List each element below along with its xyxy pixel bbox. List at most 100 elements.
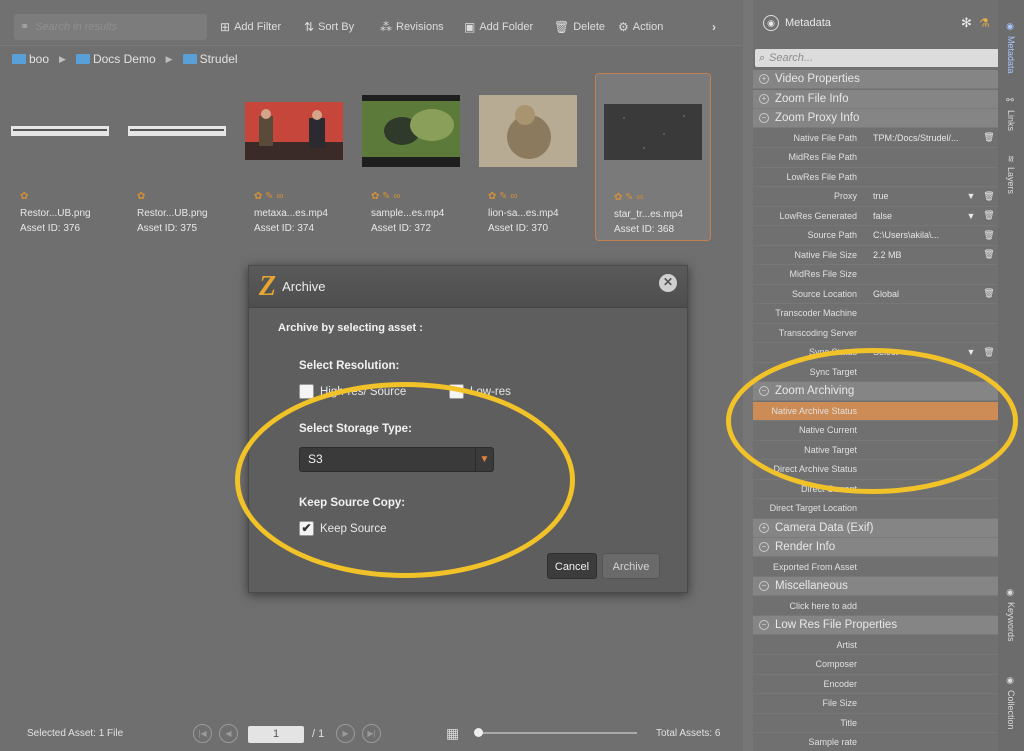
delete-button[interactable]: 🗑 Delete (554, 14, 605, 40)
asset-tile-selected[interactable]: ✿ ✎ ∞ star_tr...es.mp4 Asset ID: 368 (595, 73, 711, 241)
metadata-row[interactable]: File Size (753, 694, 998, 714)
metadata-row[interactable]: Exported From Asset (753, 558, 998, 577)
last-page-button[interactable]: ▶| (362, 724, 381, 743)
metadata-row[interactable]: Direct Archive Status (753, 460, 998, 480)
metadata-search-input[interactable]: ⌕ Search... (755, 49, 1005, 67)
close-icon[interactable]: ✕ (659, 274, 677, 292)
zoom-slider-handle[interactable] (474, 728, 483, 737)
metadata-row[interactable]: Direct Target Location (753, 499, 998, 519)
metadata-row[interactable]: Sync Status Select ▼ 🗑 (753, 343, 998, 363)
metadata-row[interactable]: MidRes File Size (753, 265, 998, 285)
low-res-checkbox[interactable] (449, 384, 464, 399)
metadata-row-value[interactable]: Select (863, 347, 962, 357)
low-res-option[interactable]: Low-res (449, 384, 511, 399)
revisions-button[interactable]: ⁂ Revisions (380, 14, 444, 40)
prev-page-button[interactable]: ◀ (219, 724, 238, 743)
asset-tile[interactable]: ✿ Restor...UB.png Asset ID: 376 (2, 73, 118, 241)
cancel-button[interactable]: Cancel (547, 553, 597, 579)
metadata-row[interactable]: MidRes File Path (753, 148, 998, 168)
metadata-row-label: Click here to add (789, 600, 857, 611)
archive-button[interactable]: Archive (602, 553, 660, 579)
breadcrumb-item-docs-demo[interactable]: Docs Demo (75, 52, 156, 66)
section-zoom-proxy[interactable]: − Zoom Proxy Info (753, 109, 998, 128)
trash-icon[interactable]: 🗑 (980, 249, 998, 260)
section-render[interactable]: − Render Info (753, 538, 998, 557)
search-input[interactable]: ⚭ Search in results (14, 14, 207, 40)
action-button[interactable]: ⚙ Action (618, 14, 663, 40)
metadata-row[interactable]: Encoder (753, 675, 998, 694)
section-misc[interactable]: − Miscellaneous (753, 577, 998, 596)
metadata-row[interactable]: LowRes Generated false ▼ 🗑 (753, 207, 998, 226)
metadata-row-value[interactable]: false (863, 211, 962, 221)
metadata-row[interactable]: LowRes File Path (753, 168, 998, 187)
tab-metadata[interactable]: ◉ Metadata (1000, 22, 1022, 82)
sort-by-button[interactable]: ⇅ Sort By (304, 14, 354, 40)
asset-tile[interactable]: ✿ ✎ ∞ lion-sa...es.mp4 Asset ID: 370 (470, 73, 586, 241)
metadata-row[interactable]: Transcoding Server (753, 324, 998, 343)
add-filter-button[interactable]: ⊞ Add Filter (220, 14, 281, 40)
metadata-row[interactable]: Click here to add (753, 597, 998, 616)
tab-links[interactable]: ⚯ Links (1000, 96, 1022, 146)
toolbar-more-button[interactable]: › (712, 14, 716, 40)
resolution-label: Select Resolution: (299, 360, 400, 372)
metadata-row[interactable]: Native Target (753, 441, 998, 460)
page-input[interactable]: 1 (248, 726, 304, 743)
metadata-row[interactable]: Transcoder Machine (753, 304, 998, 324)
breadcrumb-item-strudel[interactable]: Strudel (182, 52, 238, 66)
trash-icon[interactable]: 🗑 (980, 347, 998, 358)
storage-type-select[interactable]: S3 ▼ (299, 447, 494, 472)
chevron-down-icon[interactable]: ▼ (962, 347, 980, 357)
breadcrumb-item-boo[interactable]: boo (12, 52, 49, 66)
metadata-row[interactable]: Proxy true ▼ 🗑 (753, 187, 998, 207)
metadata-row[interactable]: Source Path C:\Users\akila\... 🗑 (753, 226, 998, 246)
metadata-row[interactable]: Artist (753, 636, 998, 655)
section-video[interactable]: + Video Properties (753, 70, 998, 89)
tab-keywords[interactable]: ◉ Keywords (1000, 588, 1022, 658)
tab-collection[interactable]: ◉ Collection (1000, 676, 1022, 746)
trash-icon[interactable]: 🗑 (980, 288, 998, 299)
metadata-row[interactable]: Native Current (753, 421, 998, 441)
flask-icon[interactable]: ⚗ (979, 16, 990, 30)
section-zoom-archiving[interactable]: − Zoom Archiving (753, 382, 998, 401)
asset-tile[interactable]: ✿ ✎ ∞ sample...es.mp4 Asset ID: 372 (353, 73, 469, 241)
high-res-option[interactable]: High-res/ Source (299, 384, 406, 399)
asset-tile[interactable]: ✿ Restor...UB.png Asset ID: 375 (119, 73, 235, 241)
keep-source-checkbox[interactable]: ✔ (299, 521, 314, 536)
first-page-button[interactable]: |◀ (193, 724, 212, 743)
section-zoom-file[interactable]: + Zoom File Info (753, 89, 998, 109)
metadata-row[interactable]: Native Archive Status (753, 401, 998, 421)
metadata-row[interactable]: Direct Current (753, 480, 998, 499)
metadata-row-value[interactable]: TPM:/Docs/Strudel/... (863, 133, 980, 143)
keep-source-option[interactable]: ✔ Keep Source (299, 521, 387, 536)
trash-icon[interactable]: 🗑 (980, 230, 998, 241)
trash-icon[interactable]: 🗑 (980, 210, 998, 221)
metadata-row[interactable]: Title (753, 714, 998, 733)
metadata-row[interactable]: Native File Path TPM:/Docs/Strudel/... 🗑 (753, 129, 998, 148)
panel-divider[interactable] (743, 0, 753, 751)
metadata-row[interactable]: Sync Target (753, 363, 998, 382)
asset-tile[interactable]: ✿ ✎ ∞ metaxa...es.mp4 Asset ID: 374 (236, 73, 352, 241)
metadata-row-value[interactable]: Global (863, 289, 980, 299)
metadata-row[interactable]: Sample rate (753, 733, 998, 751)
metadata-row-value[interactable]: true (863, 191, 962, 201)
asterisk-icon[interactable]: ✻ (961, 15, 972, 31)
metadata-row-value[interactable]: C:\Users\akila\... (863, 230, 980, 240)
add-folder-button[interactable]: ▣ Add Folder (464, 14, 533, 40)
tab-layers[interactable]: ≋ Layers (1000, 155, 1022, 215)
zoom-slider[interactable] (477, 732, 637, 734)
trash-icon[interactable]: 🗑 (980, 191, 998, 202)
metadata-row[interactable]: Native File Size 2.2 MB 🗑 (753, 246, 998, 265)
chevron-down-icon[interactable]: ▼ (962, 191, 980, 201)
next-page-button[interactable]: ▶ (336, 724, 355, 743)
section-lowres[interactable]: − Low Res File Properties (753, 616, 998, 635)
metadata-row[interactable]: Source Location Global 🗑 (753, 285, 998, 304)
trash-icon[interactable]: 🗑 (980, 132, 998, 143)
grid-view-icon[interactable]: ▦ (446, 725, 459, 742)
metadata-row[interactable]: Composer (753, 655, 998, 675)
thumbnail-image (11, 126, 109, 136)
high-res-checkbox[interactable] (299, 384, 314, 399)
metadata-row-label: Source Location (791, 288, 857, 299)
section-camera[interactable]: + Camera Data (Exif) (753, 518, 998, 538)
metadata-row-value[interactable]: 2.2 MB (863, 250, 980, 260)
chevron-down-icon[interactable]: ▼ (962, 211, 980, 221)
